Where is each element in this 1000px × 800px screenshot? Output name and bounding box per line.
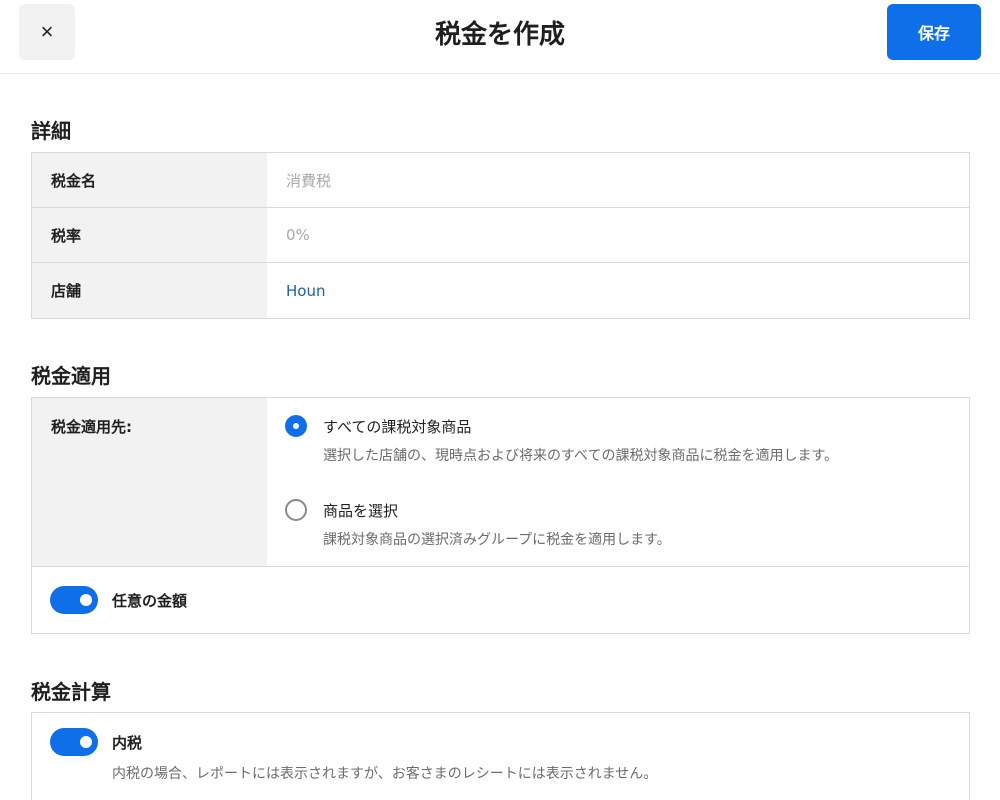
store-label: 店舗 xyxy=(32,263,267,318)
tax-rate-row: 税率 0% xyxy=(32,208,969,263)
section-title-calculation: 税金計算 xyxy=(31,680,111,704)
tax-rate-input[interactable]: 0% xyxy=(267,208,969,262)
inclusive-tax-label: 内税 xyxy=(112,734,143,752)
store-link[interactable]: Houn xyxy=(267,263,969,318)
apply-to-row: 税金適用先: すべての課税対象商品 選択した店舗の、現時点および将来のすべての課… xyxy=(32,398,969,567)
inclusive-tax-toggle[interactable] xyxy=(50,728,98,756)
custom-amount-row: 任意の金額 xyxy=(32,567,969,633)
section-title-details: 詳細 xyxy=(31,119,71,143)
option-description: 課税対象商品の選択済みグループに税金を適用します。 xyxy=(323,532,671,548)
application-card: 税金適用先: すべての課税対象商品 選択した店舗の、現時点および将来のすべての課… xyxy=(31,397,970,634)
tax-name-label: 税金名 xyxy=(32,153,267,207)
save-button[interactable]: 保存 xyxy=(887,4,981,60)
section-title-application: 税金適用 xyxy=(31,364,111,388)
details-card: 税金名 消費税 税率 0% 店舗 Houn xyxy=(31,152,970,319)
inclusive-tax-description: 内税の場合、レポートには表示されますが、お客さまのレシートには表示されません。 xyxy=(112,766,658,782)
apply-to-label: 税金適用先: xyxy=(32,398,267,566)
header-bar: × 税金を作成 保存 xyxy=(0,0,1000,74)
tax-rate-label: 税率 xyxy=(32,208,267,262)
option-title: 商品を選択 xyxy=(323,502,399,520)
store-row: 店舗 Houn xyxy=(32,263,969,318)
option-title: すべての課税対象商品 xyxy=(323,418,472,436)
tax-name-row: 税金名 消費税 xyxy=(32,153,969,208)
tax-name-input[interactable]: 消費税 xyxy=(267,153,969,207)
custom-amount-toggle[interactable] xyxy=(50,586,98,614)
option-description: 選択した店舗の、現時点および将来のすべての課税対象商品に税金を適用します。 xyxy=(323,448,839,464)
custom-amount-label: 任意の金額 xyxy=(112,592,188,610)
radio-unselected-icon[interactable] xyxy=(285,499,307,521)
calculation-card: 内税 内税の場合、レポートには表示されますが、お客さまのレシートには表示されませ… xyxy=(31,712,970,800)
radio-selected-icon[interactable] xyxy=(285,415,307,437)
page-title: 税金を作成 xyxy=(434,20,565,50)
apply-options: すべての課税対象商品 選択した店舗の、現時点および将来のすべての課税対象商品に税… xyxy=(267,398,969,566)
